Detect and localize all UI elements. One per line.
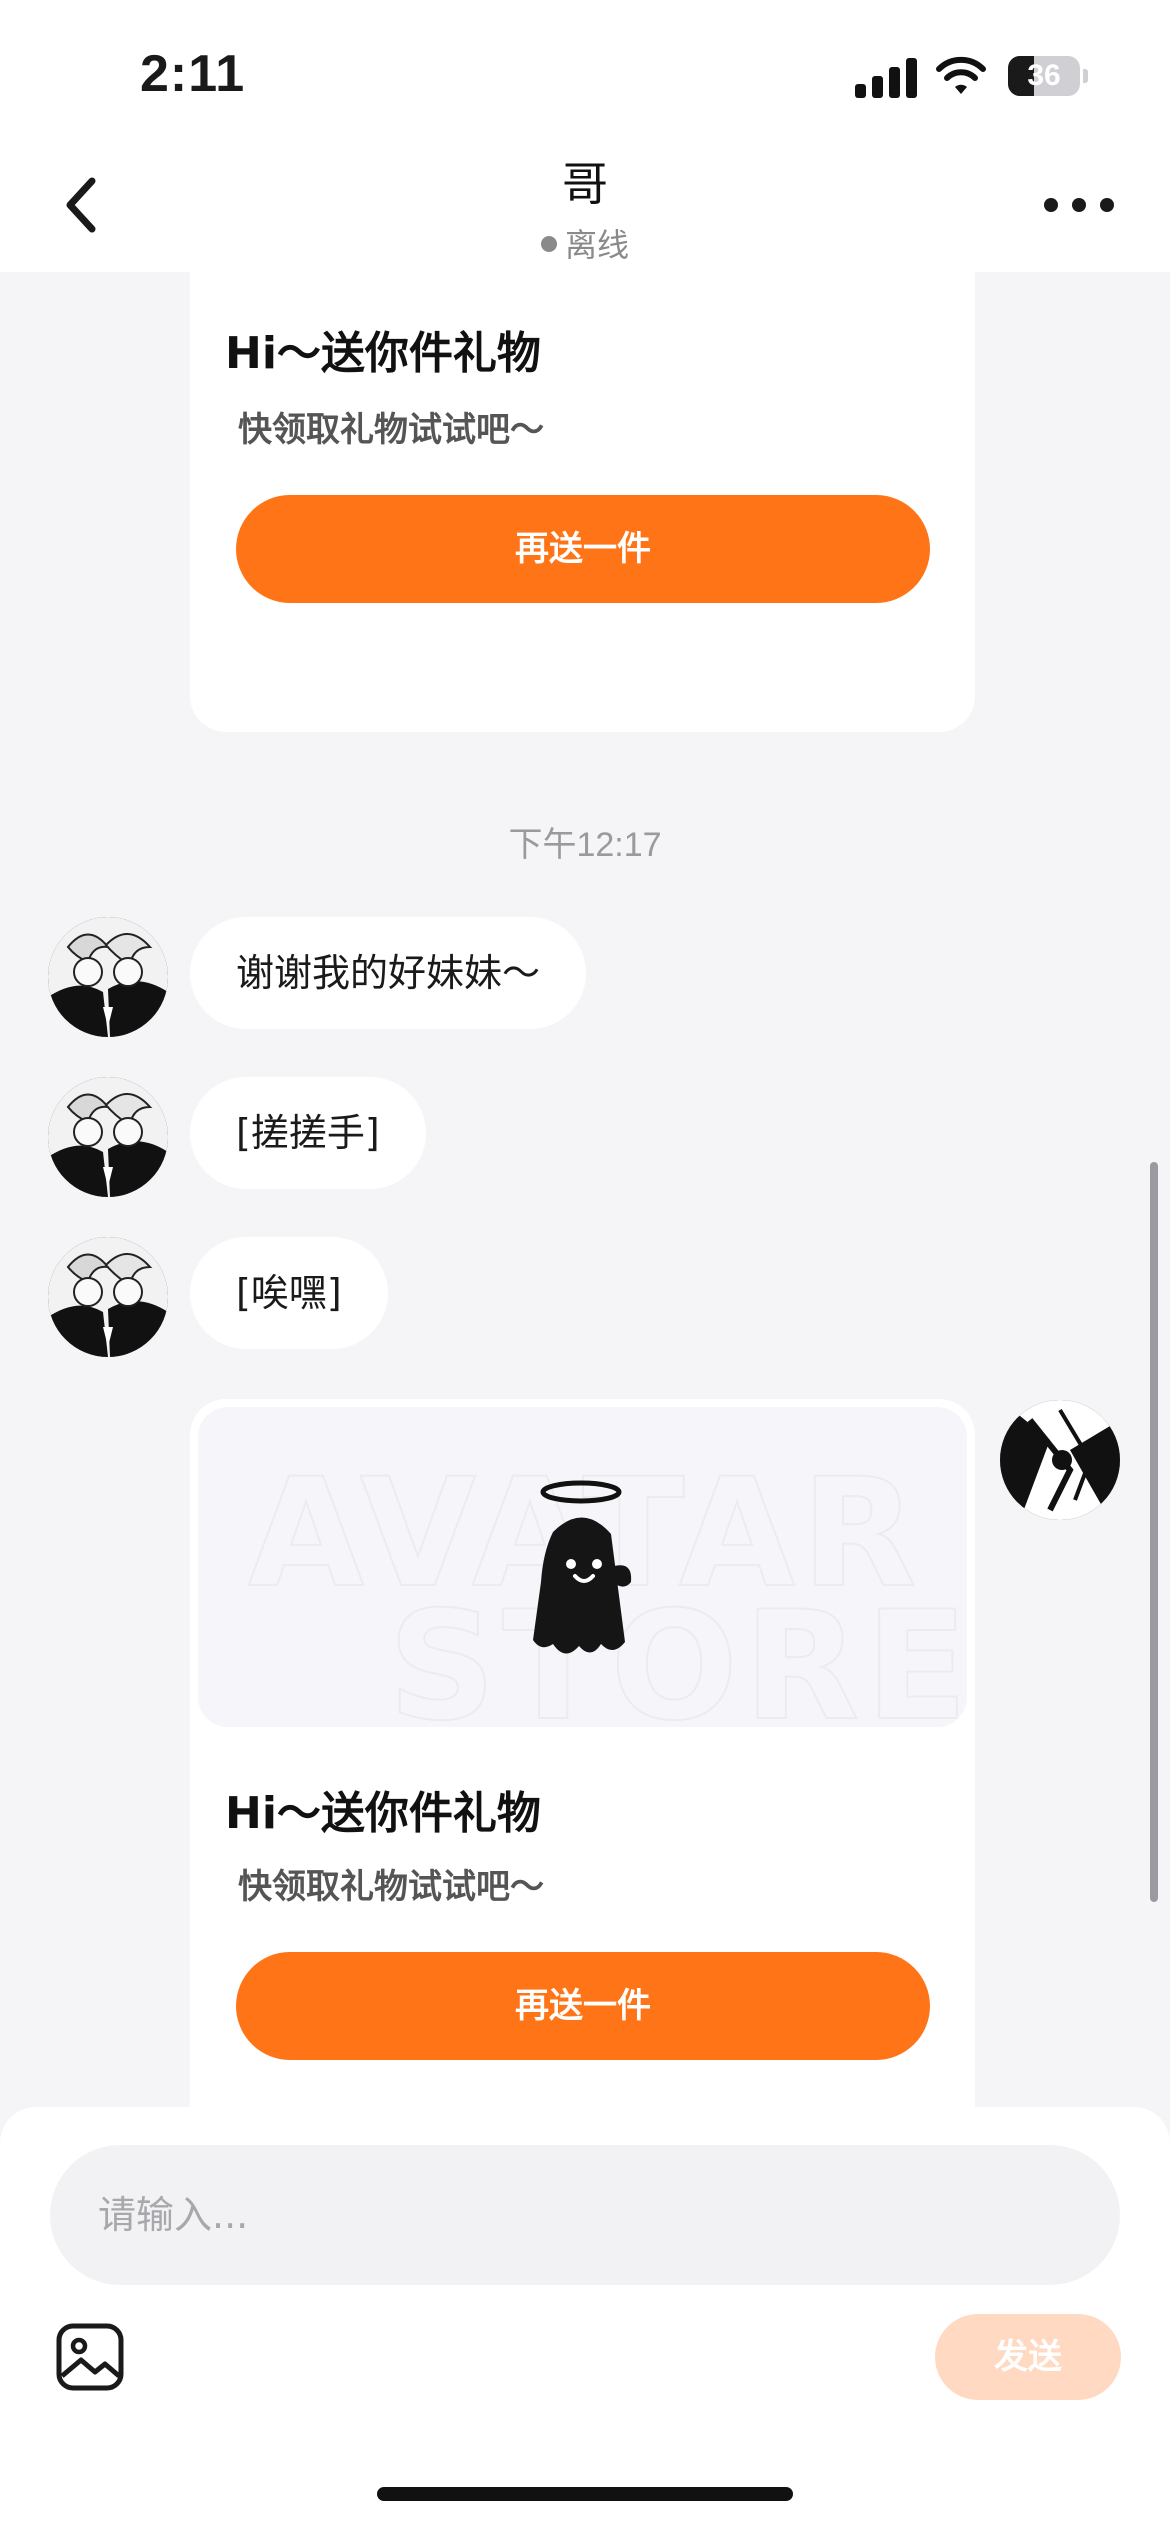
cellular-signal-icon xyxy=(855,58,917,98)
send-button[interactable]: 发送 xyxy=(935,2314,1121,2400)
message-bubble[interactable]: 谢谢我的好妹妹～ xyxy=(190,917,587,1029)
wifi-icon xyxy=(936,56,986,94)
gift-card-subtitle: 快领取礼物试试吧～ xyxy=(238,1867,544,1907)
ghost-gift-icon xyxy=(533,1480,632,1654)
time-divider: 下午12:17 xyxy=(508,826,662,864)
battery-icon: 36 xyxy=(1008,56,1088,96)
my-avatar[interactable] xyxy=(1000,1400,1120,1520)
status-dot-icon xyxy=(540,236,557,252)
dot-icon xyxy=(1100,198,1114,212)
nav-bar: 哥 离线 xyxy=(0,140,1170,272)
input-panel: 发送 xyxy=(0,2107,1170,2532)
message-row: 谢谢我的好妹妹～ xyxy=(0,917,1170,1037)
gift-card-subtitle: 快领取礼物试试吧～ xyxy=(238,410,544,450)
battery-level: 36 xyxy=(1027,59,1061,92)
send-again-button[interactable]: 再送一件 xyxy=(236,1952,930,2060)
scrollbar[interactable] xyxy=(1150,1162,1158,1902)
message-input[interactable] xyxy=(50,2145,1120,2285)
status-bar: 2:11 36 xyxy=(0,0,1170,140)
dot-icon xyxy=(1044,198,1058,212)
contact-name: 哥 xyxy=(562,157,608,211)
image-picker-button[interactable] xyxy=(55,2322,125,2392)
status-time: 2:11 xyxy=(140,45,246,103)
message-row: [搓搓手] xyxy=(0,1077,1170,1197)
dot-icon xyxy=(1072,198,1086,212)
message-row: [唉嘿] xyxy=(0,1237,1170,1357)
contact-avatar[interactable] xyxy=(48,1237,168,1357)
chat-screen: 2:11 36 哥 离线 Hi～送你件礼物 快领取礼物试试吧～ 再送一件 下午1… xyxy=(0,0,1170,2532)
message-list[interactable]: STORE Hi～送你件礼物 快领取礼物试试吧～ 再送一件 下午12:17 xyxy=(0,272,1170,2107)
gift-banner-image: AVATAR STORE xyxy=(198,1407,967,1727)
online-status: 离线 xyxy=(0,220,1170,266)
send-again-button[interactable]: 再送一件 xyxy=(236,495,930,603)
gift-card-title: Hi～送你件礼物 xyxy=(225,328,541,379)
gift-card-title: Hi～送你件礼物 xyxy=(225,1788,541,1839)
online-status-text: 离线 xyxy=(564,226,629,264)
image-icon xyxy=(56,2323,124,2391)
message-bubble[interactable]: [搓搓手] xyxy=(190,1077,426,1189)
contact-avatar[interactable] xyxy=(48,917,168,1037)
gift-card[interactable]: STORE Hi～送你件礼物 快领取礼物试试吧～ 再送一件 xyxy=(190,272,975,732)
home-indicator xyxy=(377,2487,793,2501)
contact-avatar[interactable] xyxy=(48,1077,168,1197)
more-options-button[interactable] xyxy=(1044,190,1114,220)
gift-card[interactable]: AVATAR STORE Hi～送你件礼物 快领取礼物试试吧～ 再送一件 xyxy=(190,1399,975,2107)
message-bubble[interactable]: [唉嘿] xyxy=(190,1237,388,1349)
